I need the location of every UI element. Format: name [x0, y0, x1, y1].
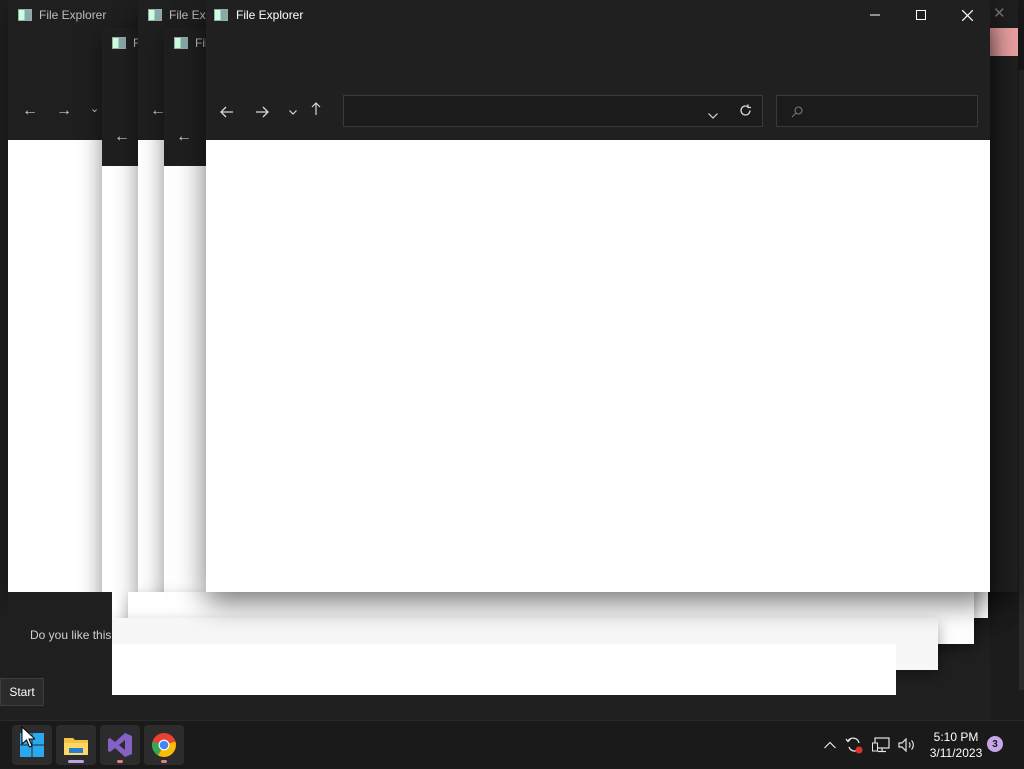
file-explorer-icon	[64, 738, 88, 755]
taskbar-chrome[interactable]	[144, 725, 184, 765]
ghost-close-highlight	[990, 28, 1018, 56]
visual-studio-icon	[108, 733, 132, 757]
search-box[interactable]	[776, 95, 978, 127]
back-arrow-icon[interactable]: ←	[176, 128, 192, 146]
back-button[interactable]	[216, 92, 238, 132]
mouse-cursor-icon	[21, 726, 35, 748]
refresh-button[interactable]	[739, 104, 752, 122]
chevron-down-icon[interactable]: ⌄	[90, 102, 99, 115]
taskbar-visual-studio[interactable]	[100, 725, 140, 765]
minimize-icon	[870, 14, 880, 16]
forward-button[interactable]	[251, 92, 273, 132]
chevron-up-icon	[824, 741, 836, 749]
file-explorer-window-icon	[18, 9, 32, 21]
ghost-window-7-content	[112, 644, 896, 695]
refresh-icon	[740, 104, 751, 116]
minimize-button[interactable]	[852, 0, 898, 30]
volume-icon	[898, 738, 914, 752]
file-explorer-window-icon	[148, 9, 162, 21]
address-bar[interactable]	[343, 95, 763, 127]
clock-time: 5:10 PM	[933, 730, 979, 744]
back-arrow-icon[interactable]: ←	[22, 102, 38, 120]
start-tooltip: Start	[0, 678, 44, 706]
navigation-toolbar	[206, 92, 990, 132]
active-app-indicator	[68, 760, 84, 763]
maximize-icon	[916, 10, 926, 20]
app-indicator	[161, 760, 167, 763]
maximize-button[interactable]	[898, 0, 944, 30]
file-explorer-window[interactable]: File Explorer	[206, 0, 990, 592]
sync-status-button[interactable]	[843, 721, 865, 769]
taskbar-file-explorer[interactable]	[56, 725, 96, 765]
volume-button[interactable]	[896, 721, 918, 769]
close-button[interactable]	[944, 0, 990, 30]
sync-icon	[845, 737, 863, 754]
back-arrow-icon	[220, 106, 233, 118]
back-arrow-icon[interactable]: ←	[114, 128, 130, 146]
ghost-window-1-title: File Explorer	[39, 8, 107, 22]
chevron-down-icon	[708, 113, 718, 119]
file-explorer-window-icon	[214, 9, 228, 21]
up-arrow-icon	[311, 101, 321, 115]
file-explorer-window-icon	[112, 37, 126, 49]
ghost-close-icon[interactable]: ✕	[993, 4, 1006, 22]
background-window-panel	[1019, 70, 1024, 690]
clock[interactable]: 5:10 PM 3/11/2023	[920, 729, 992, 761]
recent-locations-button[interactable]	[286, 92, 300, 132]
file-explorer-window-icon	[174, 37, 188, 49]
search-icon	[791, 105, 803, 123]
notification-count-badge[interactable]: 3	[987, 736, 1003, 752]
close-icon	[961, 9, 973, 21]
address-dropdown-button[interactable]	[708, 106, 718, 124]
show-hidden-icons-button[interactable]	[820, 721, 840, 769]
chrome-icon	[152, 733, 176, 757]
forward-arrow-icon[interactable]: →	[56, 102, 72, 120]
taskbar: 5:10 PM 3/11/2023	[0, 720, 1024, 768]
network-icon	[872, 737, 890, 753]
notification-text: Do you like this	[30, 628, 112, 642]
network-button[interactable]	[870, 721, 892, 769]
chevron-down-icon	[289, 109, 297, 115]
file-list-area[interactable]	[206, 140, 990, 592]
up-button[interactable]	[308, 88, 324, 128]
clock-date: 3/11/2023	[929, 746, 983, 760]
window-title: File Explorer	[236, 8, 304, 22]
forward-arrow-icon	[256, 106, 269, 118]
app-indicator	[117, 760, 123, 763]
